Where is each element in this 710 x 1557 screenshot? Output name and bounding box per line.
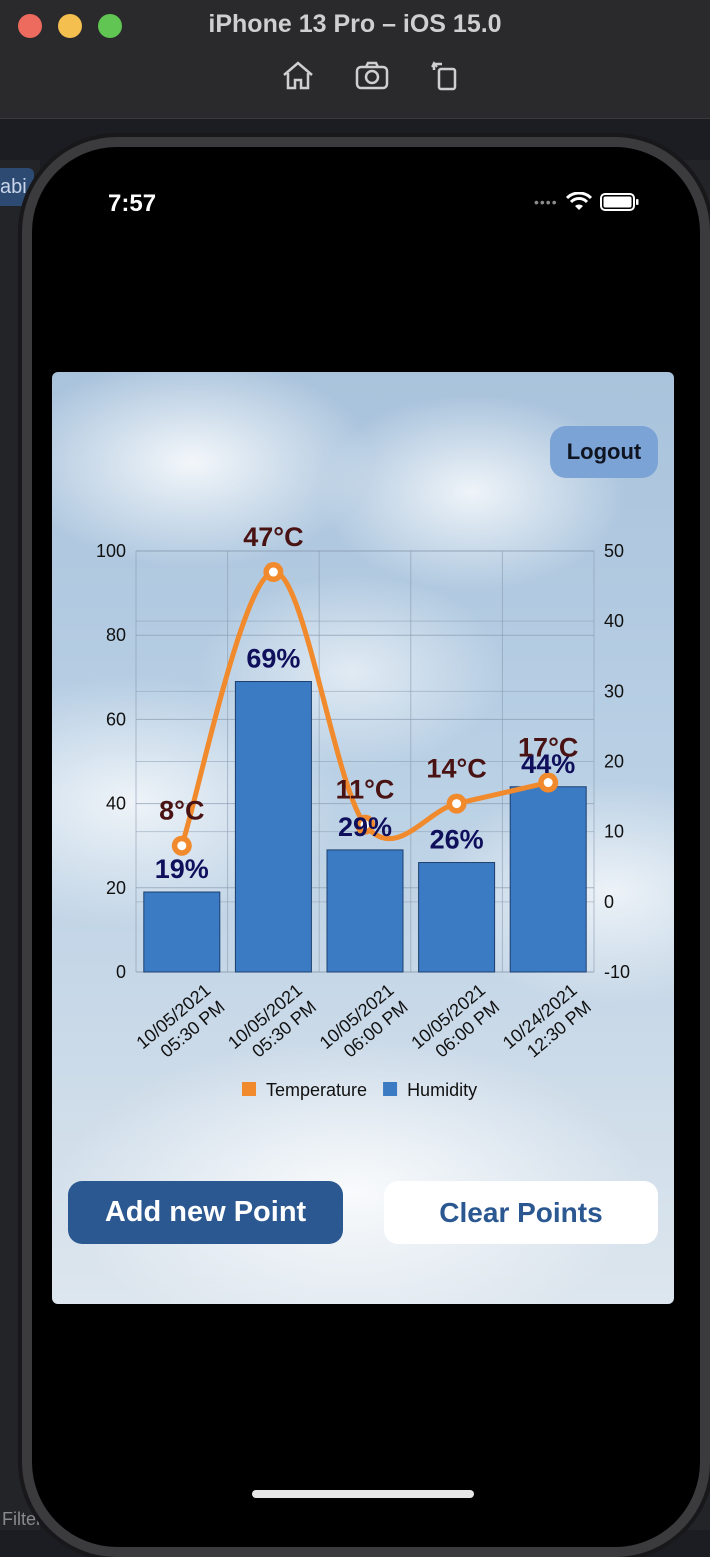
left-axis-tick-label: 60 (106, 709, 126, 729)
humidity-bar (143, 891, 221, 973)
category-label: 10/05/202105:30 PM (224, 980, 320, 1062)
screenshot-icon[interactable] (354, 58, 390, 92)
temperature-data-label: 11°C (336, 775, 395, 805)
humidity-bar (234, 681, 312, 973)
right-axis-tick-label: 20 (604, 752, 624, 772)
status-icons: •••• (534, 192, 640, 212)
right-axis-tick-label: 30 (604, 681, 624, 701)
right-axis-tick-label: 0 (604, 892, 614, 912)
temperature-data-label: 14°C (426, 754, 486, 784)
clear-points-button[interactable]: Clear Points (384, 1181, 658, 1244)
category-label: 10/24/202112:30 PM (499, 980, 595, 1062)
left-axis-tick-label: 40 (106, 794, 126, 814)
status-time: 7:57 (108, 190, 157, 217)
left-axis-tick-label: 20 (106, 878, 126, 898)
category-label: 10/05/202105:30 PM (132, 980, 228, 1062)
temperature-point-center (543, 778, 553, 788)
category-label: 10/05/202106:00 PM (407, 980, 503, 1062)
right-axis-tick-label: -10 (604, 962, 630, 982)
humidity-bar (418, 862, 496, 973)
category-label: 10/05/202106:00 PM (316, 980, 412, 1062)
temperature-data-label: 8°C (159, 796, 204, 826)
legend-swatch (242, 1082, 256, 1096)
battery-icon (599, 193, 639, 211)
humidity-data-label: 19% (155, 854, 209, 884)
temperature-data-label: 17°C (518, 733, 578, 763)
humidity-bar (326, 849, 404, 973)
humidity-data-label: 26% (430, 825, 484, 855)
legend-swatch (383, 1082, 398, 1096)
temperature-point-center (268, 567, 278, 577)
humidity-data-label: 29% (338, 812, 392, 842)
add-new-point-button[interactable]: Add new Point (68, 1181, 343, 1244)
right-axis-tick-label: 40 (604, 611, 624, 631)
wifi-icon (565, 192, 592, 210)
signal-dots-icon: •••• (534, 194, 558, 210)
temperature-data-label: 47°C (243, 522, 303, 552)
humidity-bar (509, 786, 587, 973)
right-axis-tick-label: 50 (604, 541, 624, 561)
left-axis-tick-label: 100 (96, 541, 126, 561)
home-indicator[interactable] (252, 1490, 474, 1498)
temperature-point-center (177, 841, 187, 851)
rotate-icon[interactable] (428, 58, 464, 92)
legend-label: Temperature (266, 1080, 367, 1100)
home-icon[interactable] (280, 58, 316, 92)
temperature-point-center (452, 799, 462, 809)
left-axis-tick-label: 80 (106, 625, 126, 645)
right-axis-tick-label: 10 (604, 822, 624, 842)
combo-chart: 020406080100-100102030405019%69%29% 26%44… (96, 522, 630, 1100)
simulator-titlebar: iPhone 13 Pro – iOS 15.0 (0, 0, 710, 119)
legend-label: Humidity (407, 1080, 477, 1100)
left-axis-tick-label: 0 (116, 962, 126, 982)
app-card: Logout 0 20 40 60 80 100 -10 0 10 20 30 40 50 19% 69% 2… (52, 372, 674, 1304)
simulator-title: iPhone 13 Pro – iOS 15.0 (208, 10, 502, 38)
humidity-data-label: 69% (246, 644, 300, 674)
